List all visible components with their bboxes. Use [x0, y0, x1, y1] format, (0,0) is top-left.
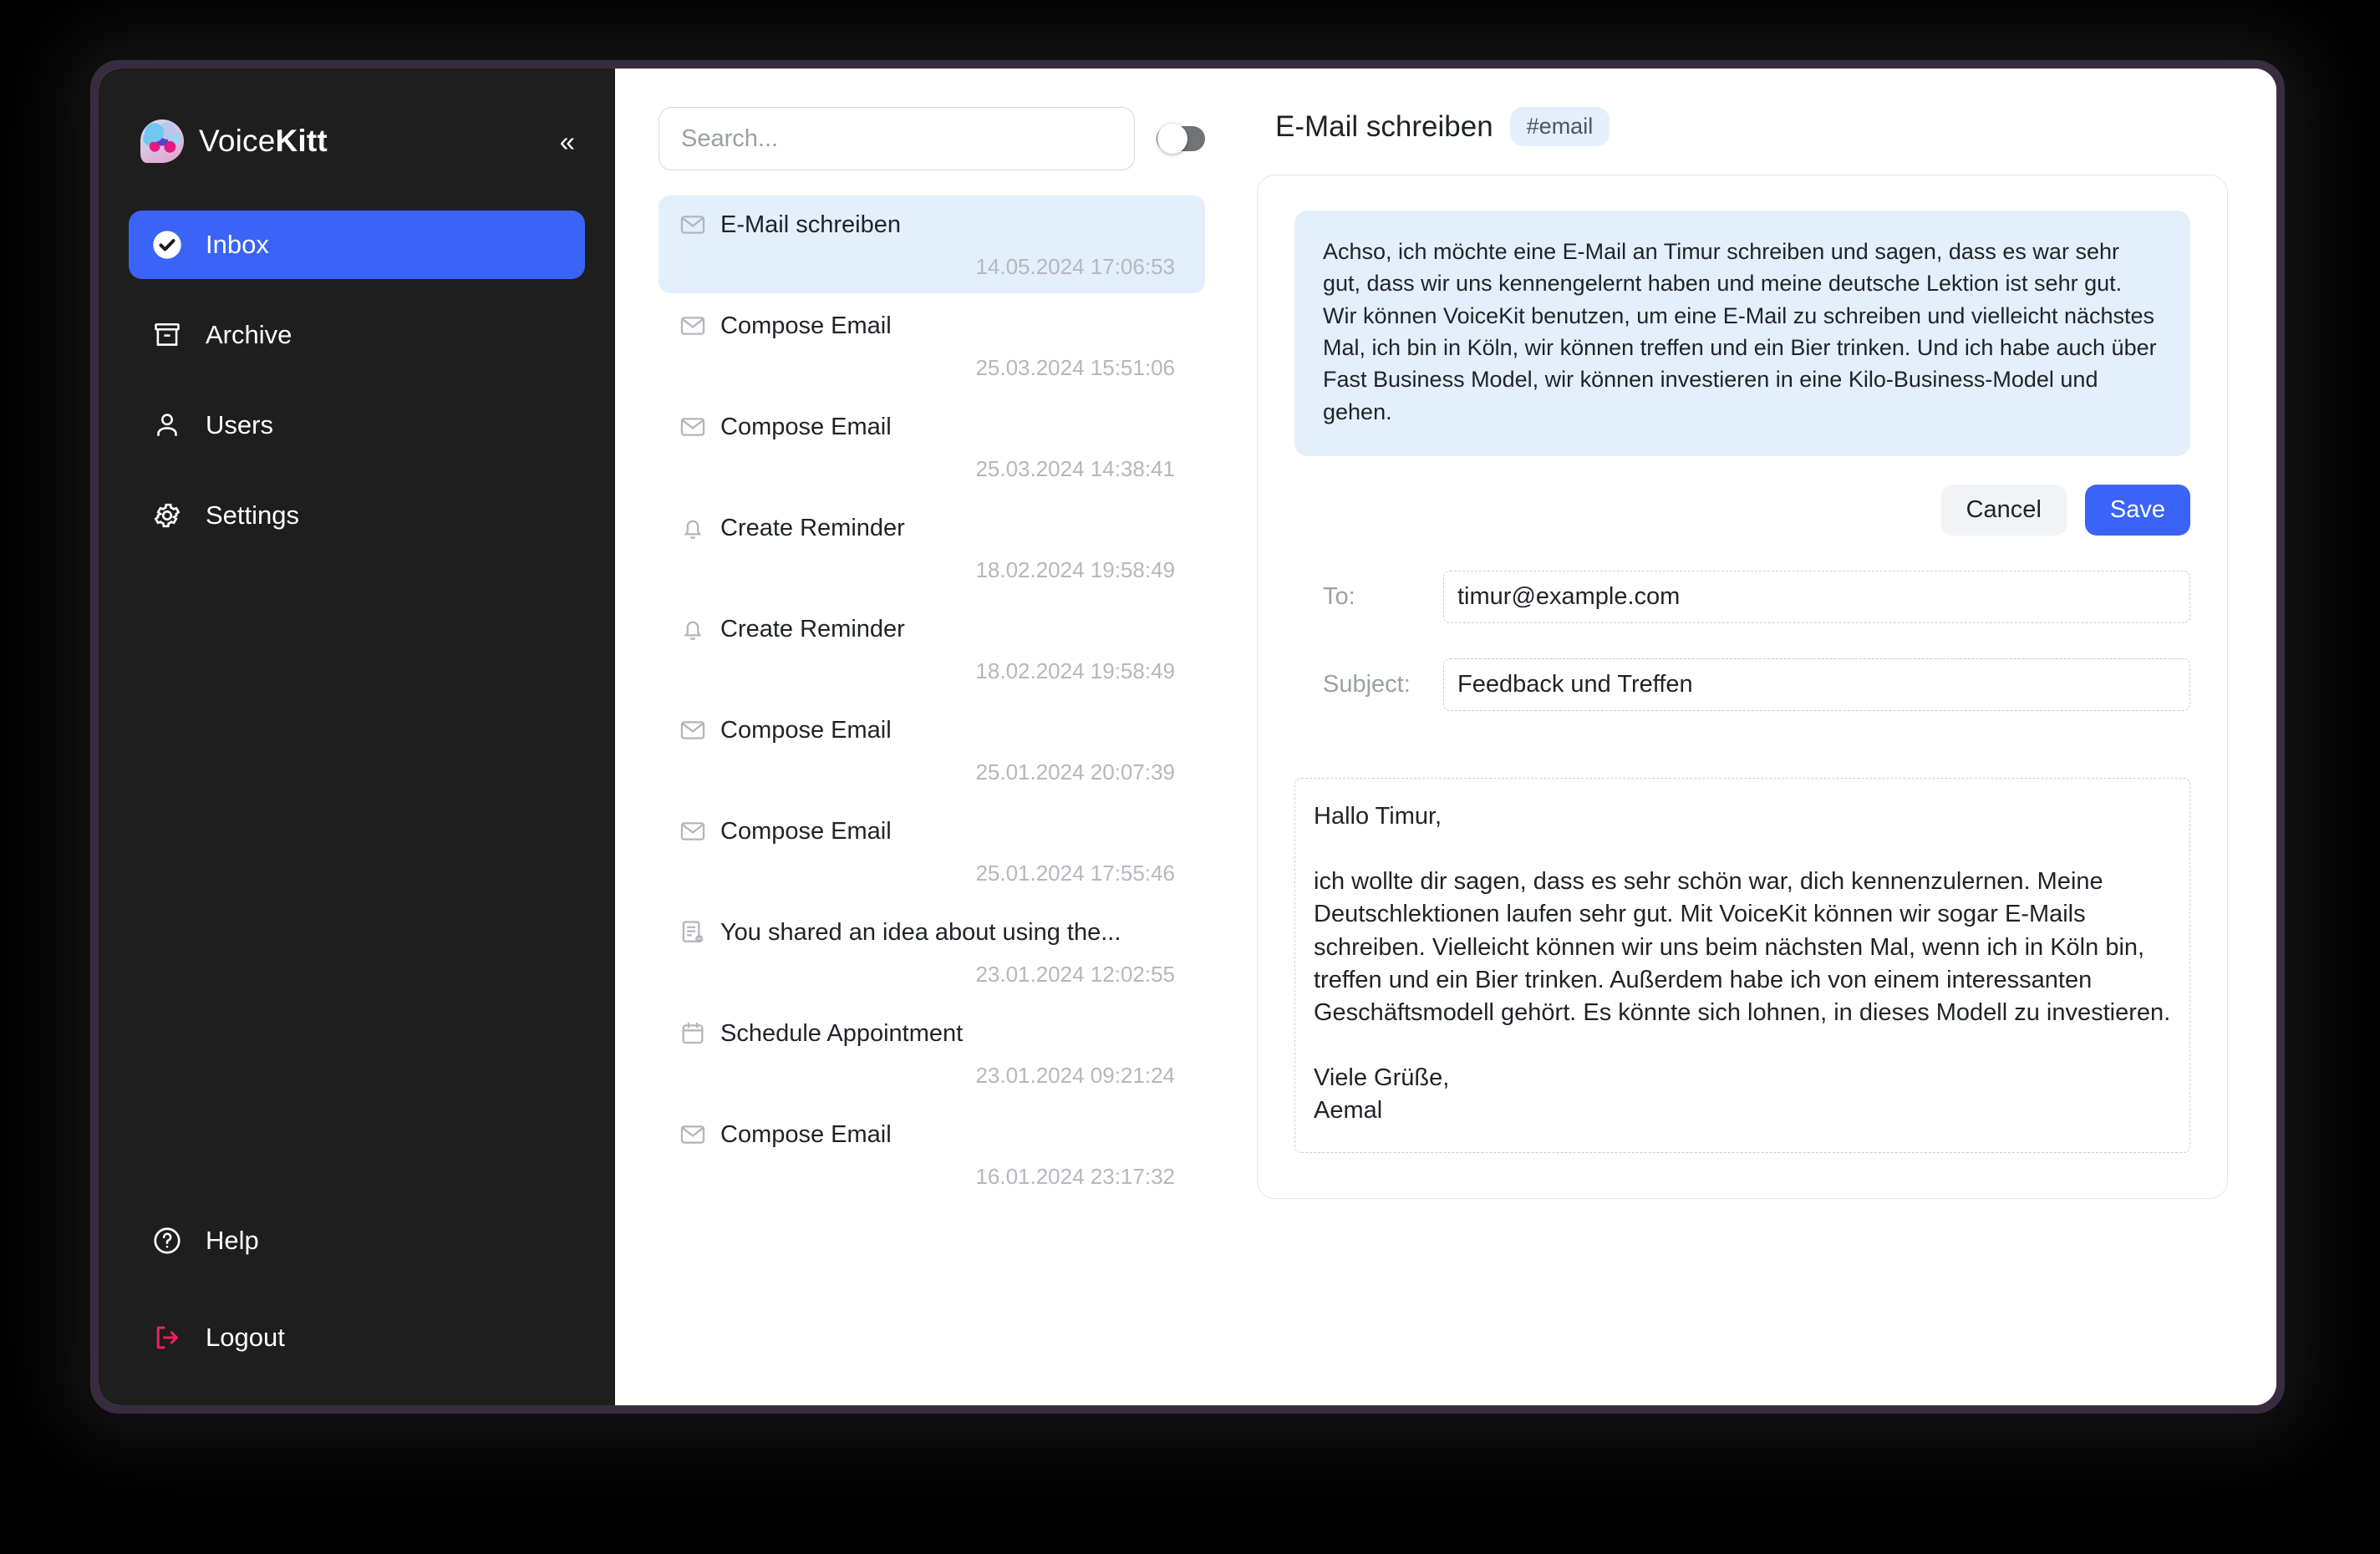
list-item[interactable]: Compose Email 25.03.2024 15:51:06 [659, 297, 1205, 394]
app-title: VoiceKitt [199, 124, 328, 159]
list-item-title: Schedule Appointment [720, 1019, 964, 1047]
list-item[interactable]: Compose Email 25.01.2024 17:55:46 [659, 802, 1205, 900]
list-item-date: 23.01.2024 12:02:55 [975, 962, 1175, 987]
list-item[interactable]: Compose Email 25.03.2024 14:38:41 [659, 398, 1205, 495]
bell-icon [679, 514, 707, 542]
email-body-field[interactable]: Hallo Timur, ich wollte dir sagen, dass … [1294, 777, 2190, 1154]
app-window: VoiceKitt « Inbox Archive Users Settings… [99, 69, 2276, 1405]
list-item-title: Compose Email [720, 817, 892, 845]
list-item[interactable]: Create Reminder 18.02.2024 19:58:49 [659, 600, 1205, 698]
sidebar: VoiceKitt « Inbox Archive Users Settings… [99, 69, 615, 1405]
list-item[interactable]: Create Reminder 18.02.2024 19:58:49 [659, 499, 1205, 597]
sidebar-item-label: Settings [206, 500, 300, 530]
list-item[interactable]: Compose Email 16.01.2024 23:17:32 [659, 1105, 1205, 1203]
note-icon [679, 918, 707, 947]
list-item-date: 25.03.2024 15:51:06 [975, 355, 1175, 380]
to-field[interactable] [1443, 570, 2190, 623]
collapse-sidebar-icon[interactable]: « [557, 123, 578, 160]
mail-icon [679, 211, 707, 239]
gear-icon [150, 499, 184, 532]
list-item-title: Create Reminder [720, 615, 905, 642]
sidebar-secondary-nav: Help Logout [99, 1206, 615, 1372]
mail-icon [679, 312, 707, 340]
list-item-date: 18.02.2024 19:58:49 [975, 557, 1175, 582]
sidebar-item-label: Users [206, 410, 273, 439]
subject-field-label: Subject: [1323, 670, 1411, 698]
to-field-label: To: [1323, 582, 1355, 610]
list-item[interactable]: Schedule Appointment 23.01.2024 09:21:24 [659, 1004, 1205, 1102]
list-item-date: 25.01.2024 20:07:39 [975, 759, 1175, 785]
sidebar-primary-nav: Inbox Archive Users Settings [99, 211, 615, 571]
list-item-title: E-Mail schreiben [720, 211, 901, 238]
sidebar-item-label: Archive [206, 320, 292, 349]
bell-icon [679, 615, 707, 643]
mail-icon [679, 817, 707, 846]
subject-field-row: Subject: [1294, 658, 2190, 711]
cancel-button[interactable]: Cancel [1940, 484, 2067, 536]
app-title-suffix: Kitt [275, 124, 328, 158]
device-frame: VoiceKitt « Inbox Archive Users Settings… [90, 60, 2285, 1414]
question-circle-icon [150, 1224, 184, 1257]
transcript-text: Achso, ich möchte eine E-Mail an Timur s… [1294, 211, 2190, 456]
list-item[interactable]: You shared an idea about using the... 23.… [659, 903, 1205, 1001]
mail-icon [679, 716, 707, 744]
conversation-list-column: E-Mail schreiben 14.05.2024 17:06:53 Compo… [615, 69, 1233, 1405]
list-item-title: Compose Email [720, 312, 892, 339]
detail-card: Achso, ich möchte eine E-Mail an Timur s… [1257, 175, 2228, 1200]
sidebar-item-settings[interactable]: Settings [129, 481, 585, 550]
list-header [659, 107, 1205, 170]
sidebar-item-archive[interactable]: Archive [129, 301, 585, 369]
conversation-list[interactable]: E-Mail schreiben 14.05.2024 17:06:53 Compo… [659, 196, 1205, 1203]
calendar-icon [679, 1019, 707, 1048]
brand-row: VoiceKitt « [99, 105, 615, 177]
sidebar-item-label: Logout [206, 1323, 285, 1352]
action-row: Cancel Save [1294, 484, 2190, 536]
list-item-date: 23.01.2024 09:21:24 [975, 1063, 1175, 1088]
detail-header: E-Mail schreiben #email [1257, 107, 2228, 146]
user-icon [150, 409, 184, 442]
list-item-date: 25.03.2024 14:38:41 [975, 456, 1175, 481]
sidebar-item-help[interactable]: Help [129, 1206, 585, 1275]
list-item-date: 25.01.2024 17:55:46 [975, 861, 1175, 886]
list-item[interactable]: E-Mail schreiben 14.05.2024 17:06:53 [659, 196, 1205, 293]
list-item-title: You shared an idea about using the... [720, 918, 1121, 946]
archive-box-icon [150, 318, 184, 352]
sidebar-item-label: Help [206, 1226, 259, 1255]
status-badge: #email [1509, 107, 1610, 146]
content-area: E-Mail schreiben 14.05.2024 17:06:53 Compo… [615, 69, 2276, 1405]
detail-column: E-Mail schreiben #email Achso, ich möcht… [1233, 69, 2276, 1405]
app-title-prefix: Voice [199, 124, 276, 158]
list-item-date: 16.01.2024 23:17:32 [975, 1164, 1175, 1189]
sidebar-item-label: Inbox [206, 230, 269, 259]
show-archived-toggle[interactable] [1157, 124, 1205, 154]
to-field-row: To: [1294, 570, 2190, 623]
search-input[interactable] [659, 107, 1135, 170]
list-item-title: Compose Email [720, 413, 892, 440]
subject-field[interactable] [1443, 658, 2190, 711]
list-item-title: Create Reminder [720, 514, 905, 541]
list-item-date: 14.05.2024 17:06:53 [975, 254, 1175, 279]
sidebar-item-inbox[interactable]: Inbox [129, 211, 585, 279]
save-button[interactable]: Save [2084, 484, 2190, 536]
list-item-title: Compose Email [720, 1120, 892, 1148]
mail-icon [679, 413, 707, 441]
sidebar-item-logout[interactable]: Logout [129, 1303, 585, 1372]
voicekitt-logo-icon [140, 119, 184, 163]
sidebar-item-users[interactable]: Users [129, 391, 585, 460]
page-title: E-Mail schreiben [1275, 109, 1493, 143]
mail-icon [679, 1120, 707, 1149]
list-item[interactable]: Compose Email 25.01.2024 20:07:39 [659, 701, 1205, 799]
logout-arrow-icon [150, 1321, 184, 1354]
check-circle-icon [150, 228, 184, 262]
list-item-title: Compose Email [720, 716, 892, 744]
list-item-date: 18.02.2024 19:58:49 [975, 658, 1175, 683]
